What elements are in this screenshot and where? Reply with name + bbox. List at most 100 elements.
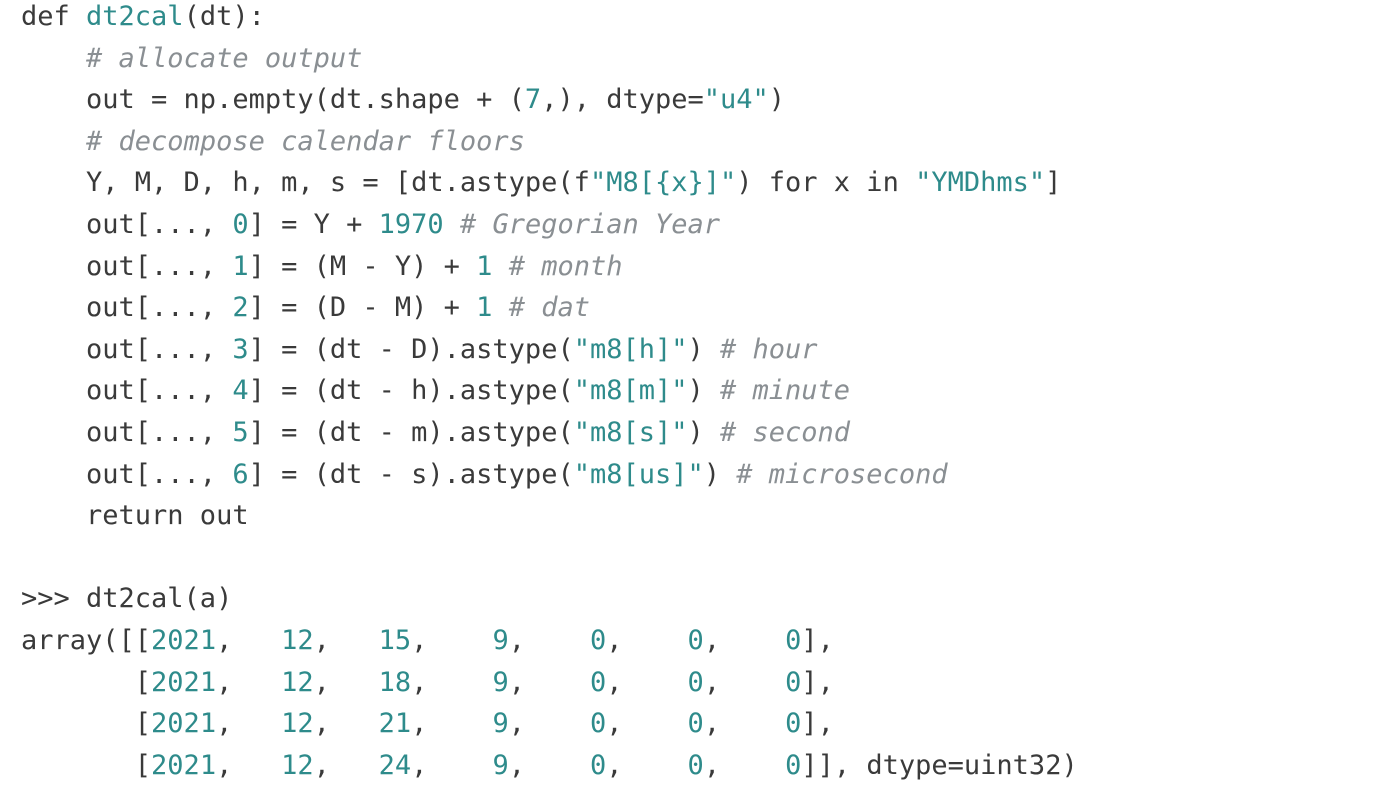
code-token: # minute — [720, 375, 851, 407]
code-token: ) — [768, 84, 786, 116]
code-token: 12 — [281, 625, 314, 656]
code-token: # second — [720, 417, 851, 448]
code-token: 12 — [281, 708, 314, 740]
code-line: # allocate output — [21, 38, 362, 80]
code-token: , — [703, 749, 786, 781]
code-token: ] = Y + — [248, 209, 379, 240]
code-token: dt2cal — [86, 1, 184, 32]
code-token: out[..., — [21, 458, 233, 490]
code-token: , — [606, 625, 688, 656]
code-token: , — [508, 625, 590, 656]
code-token: 12 — [281, 666, 314, 698]
code-token: , — [703, 666, 786, 698]
code-token: "M8[{x}]" — [589, 167, 737, 199]
code-line: # decompose calendar floors — [21, 121, 525, 163]
code-token: , — [313, 749, 379, 781]
code-token: , — [508, 749, 590, 781]
code-token: ], — [801, 625, 834, 656]
code-token: "m8[s]" — [573, 417, 688, 448]
code-token: out[..., — [21, 417, 233, 448]
code-token: Y, M, D, h, m, s = [dt.astype(f — [21, 167, 590, 199]
code-token: 1 — [476, 250, 493, 282]
code-token: , — [411, 749, 493, 781]
code-token: 9 — [492, 708, 509, 740]
code-token: 2021 — [151, 708, 217, 740]
code-token: # decompose calendar floors — [86, 125, 525, 157]
code-token: # allocate output — [86, 42, 363, 74]
code-token: , — [703, 625, 786, 656]
code-token: ,), dtype= — [541, 84, 704, 116]
code-token: "YMDhms" — [915, 167, 1046, 199]
code-token: ] = (dt - D).astype( — [248, 333, 574, 365]
code-line: out[..., 1] = (M - Y) + 1 # month — [21, 246, 623, 288]
code-token: 9 — [492, 749, 509, 781]
code-token: 9 — [492, 666, 509, 698]
code-token: , — [606, 749, 688, 781]
code-token: 1 — [232, 250, 249, 282]
code-token: 12 — [281, 749, 314, 781]
code-token: , — [411, 666, 493, 698]
code-token: ) — [687, 375, 721, 407]
code-token: 0 — [590, 666, 607, 698]
code-token: 0 — [590, 708, 607, 740]
code-token: array([[ — [21, 625, 152, 656]
code-token: 2 — [232, 292, 249, 324]
code-token: ] = (dt - m).astype( — [248, 417, 574, 448]
code-token: , — [411, 708, 493, 740]
code-token: "u4" — [703, 84, 769, 116]
code-token: 0 — [785, 625, 802, 656]
code-token: >>> dt2cal(a) — [21, 583, 233, 615]
code-token: out[..., — [21, 333, 233, 365]
code-token: , — [216, 625, 282, 656]
code-token: [ — [21, 749, 152, 781]
code-token: ] = (M - Y) + — [248, 250, 477, 282]
code-token: ], — [801, 666, 834, 698]
code-token: return out — [21, 500, 249, 532]
code-token: # dat — [508, 292, 590, 324]
code-token: 0 — [785, 666, 802, 698]
code-token: "m8[m]" — [573, 375, 688, 407]
code-token: 1970 — [378, 209, 444, 240]
code-token: 2021 — [151, 625, 217, 656]
code-token: out[..., — [21, 375, 233, 407]
code-token: def — [21, 1, 87, 32]
code-token: 0 — [687, 625, 704, 656]
code-token: 24 — [378, 749, 412, 781]
code-token: 0 — [687, 666, 704, 698]
code-line: [2021, 12, 24, 9, 0, 0, 0]], dtype=uint3… — [21, 745, 1078, 787]
code-line: out[..., 2] = (D - M) + 1 # dat — [21, 287, 590, 329]
code-token: 0 — [590, 625, 607, 656]
code-token: 7 — [524, 84, 542, 116]
code-token: 0 — [785, 708, 802, 740]
code-token: # month — [508, 250, 623, 282]
code-token: ) for x in — [736, 167, 916, 199]
code-token: 5 — [232, 417, 249, 448]
code-line: out[..., 4] = (dt - h).astype("m8[m]") #… — [21, 370, 850, 412]
code-token: 0 — [590, 749, 607, 781]
code-token: , — [216, 708, 282, 740]
code-token: , — [313, 666, 379, 698]
code-token: 0 — [785, 749, 802, 781]
code-token: 9 — [492, 625, 509, 656]
code-line: out[..., 5] = (dt - m).astype("m8[s]") #… — [21, 412, 850, 454]
code-token: 2021 — [151, 666, 217, 698]
code-token: out[..., — [21, 292, 233, 324]
code-block: def dt2cal(dt): # allocate output out = … — [0, 0, 1400, 781]
code-token: , — [703, 708, 786, 740]
code-token: ] = (D - M) + — [248, 292, 477, 324]
code-line: out = np.empty(dt.shape + (7,), dtype="u… — [21, 79, 785, 121]
code-token: ) — [687, 417, 721, 448]
code-token: , — [508, 708, 590, 740]
code-token: , — [508, 666, 590, 698]
code-token: (dt): — [183, 1, 265, 32]
code-token: # Gregorian Year — [459, 209, 721, 240]
code-token: out[..., — [21, 250, 233, 282]
code-token: ] = (dt - s).astype( — [248, 458, 574, 490]
code-line: [2021, 12, 18, 9, 0, 0, 0], — [21, 662, 834, 704]
code-line: out[..., 0] = Y + 1970 # Gregorian Year — [21, 204, 720, 246]
